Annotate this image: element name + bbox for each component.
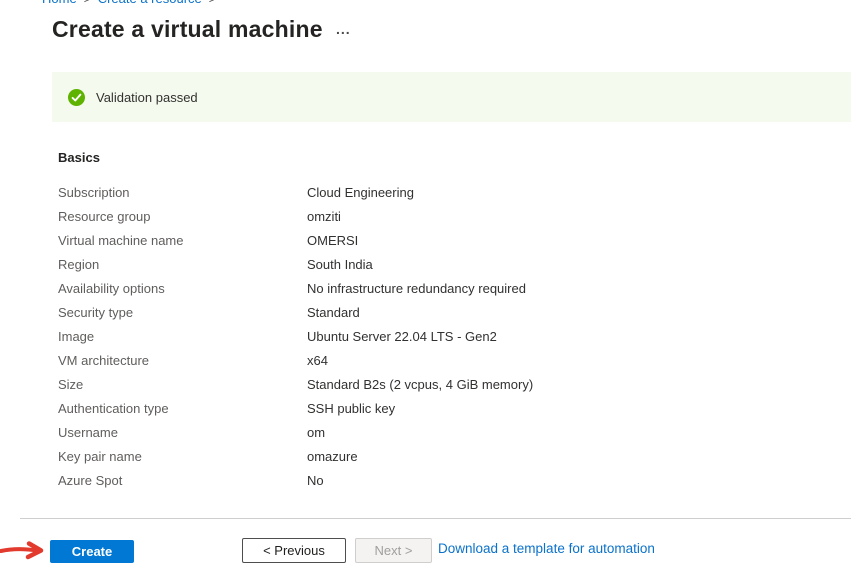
field-label: Security type: [58, 301, 307, 325]
more-actions-icon[interactable]: ...: [336, 21, 351, 37]
field-value: South India: [307, 253, 373, 277]
field-label: Username: [58, 421, 307, 445]
summary-row-key-pair-name: Key pair name omazure: [58, 445, 838, 469]
breadcrumb-link-create-a-resource[interactable]: Create a resource: [98, 0, 202, 6]
summary-row-vm-name: Virtual machine name OMERSI: [58, 229, 838, 253]
field-value: Standard B2s (2 vcpus, 4 GiB memory): [307, 373, 533, 397]
field-value: Cloud Engineering: [307, 181, 414, 205]
field-value: Standard: [307, 301, 360, 325]
summary-row-region: Region South India: [58, 253, 838, 277]
section-title-basics: Basics: [58, 150, 100, 165]
field-label: Size: [58, 373, 307, 397]
field-value: omazure: [307, 445, 358, 469]
field-value: No: [307, 469, 324, 493]
field-label: Region: [58, 253, 307, 277]
field-value: No infrastructure redundancy required: [307, 277, 526, 301]
check-circle-icon: [68, 89, 85, 106]
field-value: SSH public key: [307, 397, 395, 421]
summary-row-username: Username om: [58, 421, 838, 445]
summary-row-vm-architecture: VM architecture x64: [58, 349, 838, 373]
field-label: Image: [58, 325, 307, 349]
red-arrow-annotation: [0, 540, 50, 562]
field-label: Resource group: [58, 205, 307, 229]
summary-row-security-type: Security type Standard: [58, 301, 838, 325]
field-label: VM architecture: [58, 349, 307, 373]
field-label: Subscription: [58, 181, 307, 205]
breadcrumb-separator: >: [209, 0, 216, 6]
summary-row-authentication-type: Authentication type SSH public key: [58, 397, 838, 421]
summary-row-azure-spot: Azure Spot No: [58, 469, 838, 493]
validation-banner-text: Validation passed: [96, 90, 198, 105]
basics-summary-table: Subscription Cloud Engineering Resource …: [58, 181, 838, 493]
field-label: Authentication type: [58, 397, 307, 421]
footer-divider: [20, 518, 851, 519]
field-label: Key pair name: [58, 445, 307, 469]
breadcrumb-link-home[interactable]: Home: [42, 0, 77, 6]
create-button[interactable]: Create: [50, 540, 134, 563]
create-vm-page: Home > Create a resource > Create a virtual…: [0, 0, 851, 569]
field-label: Availability options: [58, 277, 307, 301]
summary-row-image: Image Ubuntu Server 22.04 LTS - Gen2: [58, 325, 838, 349]
summary-row-size: Size Standard B2s (2 vcpus, 4 GiB memory…: [58, 373, 838, 397]
field-value: omziti: [307, 205, 341, 229]
breadcrumb-separator: >: [84, 0, 91, 6]
validation-banner: Validation passed: [52, 72, 851, 122]
field-label: Azure Spot: [58, 469, 307, 493]
summary-row-availability-options: Availability options No infrastructure r…: [58, 277, 838, 301]
field-value: OMERSI: [307, 229, 358, 253]
field-value: x64: [307, 349, 328, 373]
summary-row-subscription: Subscription Cloud Engineering: [58, 181, 838, 205]
breadcrumb: Home > Create a resource >: [42, 0, 223, 6]
next-button: Next >: [355, 538, 432, 563]
summary-row-resource-group: Resource group omziti: [58, 205, 838, 229]
field-value: Ubuntu Server 22.04 LTS - Gen2: [307, 325, 497, 349]
field-label: Virtual machine name: [58, 229, 307, 253]
page-title: Create a virtual machine: [52, 16, 323, 43]
field-value: om: [307, 421, 325, 445]
previous-button[interactable]: < Previous: [242, 538, 346, 563]
download-template-link[interactable]: Download a template for automation: [438, 541, 655, 556]
